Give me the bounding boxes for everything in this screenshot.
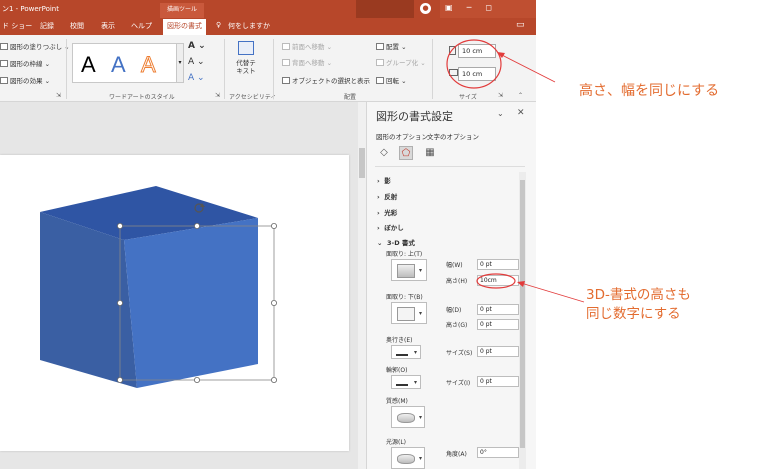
annotation-note-2-line-1: 3D-書式の高さも (586, 287, 691, 303)
annotation-note-2-line-2: 同じ数字にする (586, 306, 681, 322)
annotation-arrow-1 (499, 53, 556, 83)
arrowhead-icon (517, 281, 525, 287)
annotation-arrow-2 (520, 282, 585, 303)
arrowhead-icon (497, 52, 505, 58)
annotation-overlay (476, 52, 585, 303)
3d-height-highlight-circle (476, 273, 516, 289)
annotation-note-1: 高さ、幅を同じにする (579, 83, 720, 99)
